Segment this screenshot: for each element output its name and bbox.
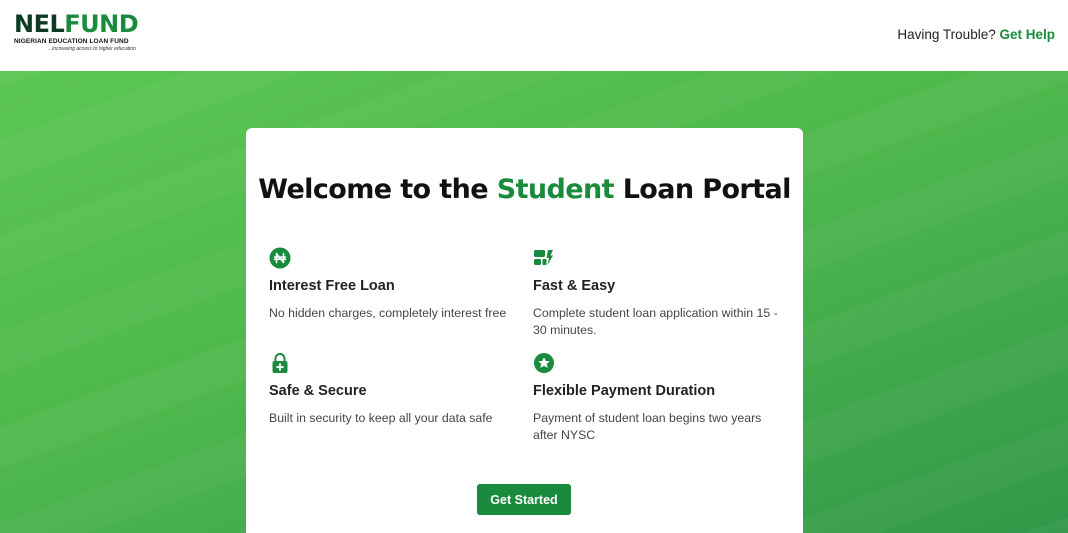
naira-coin-icon <box>269 247 291 269</box>
feature-title: Fast & Easy <box>533 278 616 294</box>
welcome-card: Welcome to the Student Loan Portal Inter… <box>246 128 803 533</box>
feature-interest-free: Interest Free Loan No hidden charges, co… <box>269 247 519 322</box>
feature-description: Payment of student loan begins two years… <box>533 411 762 442</box>
feature-flexible-payment: Flexible Payment Duration Payment of stu… <box>533 352 783 444</box>
get-started-button[interactable]: Get Started <box>477 484 571 515</box>
feature-title: Flexible Payment Duration <box>533 383 716 399</box>
logo-tagline: ...increasing access to higher education <box>48 46 136 52</box>
fast-form-icon <box>534 250 553 265</box>
get-help-link[interactable]: Get Help <box>999 27 1055 42</box>
star-badge-icon <box>534 353 554 373</box>
feature-title: Interest Free Loan <box>269 278 395 294</box>
logo-word-main: NEL <box>14 10 65 38</box>
title-post: Loan Portal <box>613 174 792 205</box>
feature-title: Safe & Secure <box>269 383 367 399</box>
hero-background: Welcome to the Student Loan Portal Inter… <box>0 71 1068 533</box>
help-text: Having Trouble? <box>897 27 996 42</box>
title-highlight: Student <box>496 174 615 205</box>
logo-wordmark: NELFUND <box>14 12 146 36</box>
feature-safe-secure: Safe & Secure Built in security to keep … <box>269 352 519 427</box>
feature-fast-easy: Fast & Easy Complete student loan applic… <box>533 247 783 339</box>
page-title: Welcome to the Student Loan Portal <box>246 174 803 205</box>
logo-word-accent: FUND <box>64 10 139 38</box>
nelfund-logo[interactable]: NELFUND NIGERIAN EDUCATION LOAN FUND ...… <box>14 12 146 58</box>
feature-description: Complete student loan application within… <box>533 306 778 337</box>
top-header: NELFUND NIGERIAN EDUCATION LOAN FUND ...… <box>0 0 1068 71</box>
logo-subtitle: NIGERIAN EDUCATION LOAN FUND <box>14 38 129 45</box>
feature-description: Built in security to keep all your data … <box>269 411 493 425</box>
lock-icon <box>272 353 288 373</box>
feature-description: No hidden charges, completely interest f… <box>269 306 507 320</box>
help-prompt: Having Trouble? Get Help <box>897 27 1055 42</box>
title-pre: Welcome to the <box>258 174 497 205</box>
